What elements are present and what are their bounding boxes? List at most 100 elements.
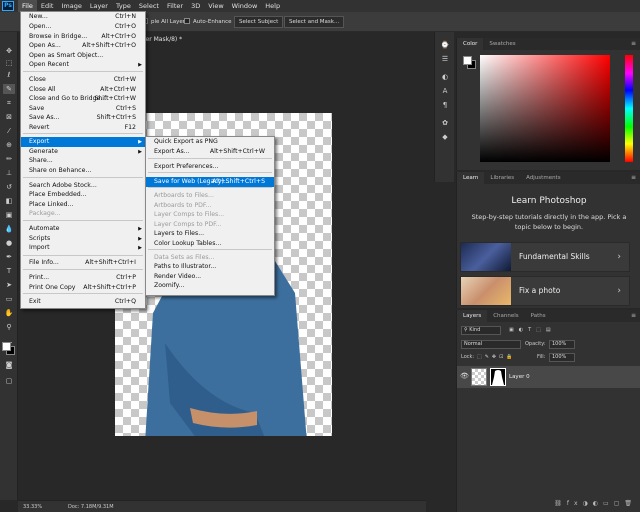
history-icon[interactable]: ⌚ <box>439 40 451 50</box>
menu-item-save-for-web-legacy[interactable]: Save for Web (Legacy)... Alt+Shift+Ctrl+S <box>146 176 274 187</box>
healing-icon[interactable]: ⊕ <box>3 140 15 150</box>
menu-item-open-as-smart-object[interactable]: Open as Smart Object... <box>21 51 145 61</box>
dodge-icon[interactable]: ● <box>3 238 15 248</box>
menu-item-quick-export-as-png[interactable]: Quick Export as PNG <box>146 137 274 147</box>
zoom-level[interactable]: 33.33% <box>23 501 42 512</box>
menu-filter[interactable]: Filter <box>163 0 187 12</box>
tab-swatches[interactable]: Swatches <box>483 38 521 50</box>
menu-item-zoomify[interactable]: Zoomify... <box>146 281 274 291</box>
menu-3d[interactable]: 3D <box>187 0 204 12</box>
select-subject-button[interactable]: Select Subject <box>234 16 284 28</box>
menu-item-close-and-go-to-bridge[interactable]: Close and Go to Bridge... Shift+Ctrl+W <box>21 94 145 104</box>
menu-window[interactable]: Window <box>228 0 262 12</box>
menu-item-scripts[interactable]: Scripts ▶ <box>21 234 145 244</box>
tab-adjustments[interactable]: Adjustments <box>520 172 566 184</box>
brush-icon[interactable]: ✏ <box>3 154 15 164</box>
fill-input[interactable]: 100% <box>549 353 575 362</box>
quick-select-icon[interactable]: ✎ <box>3 84 15 94</box>
menu-item-export-preferences[interactable]: Export Preferences... <box>146 162 274 172</box>
properties-icon[interactable]: ☰ <box>439 54 451 64</box>
menu-item-revert[interactable]: Revert F12 <box>21 123 145 133</box>
tab-paths[interactable]: Paths <box>525 310 552 322</box>
menu-item-print[interactable]: Print... Ctrl+P <box>21 273 145 283</box>
foreground-swatch[interactable] <box>463 56 472 65</box>
menu-item-open-as[interactable]: Open As... Alt+Shift+Ctrl+O <box>21 41 145 51</box>
brush-settings-icon[interactable]: ✿ <box>439 118 451 128</box>
screen-mode-icon[interactable]: ▢ <box>3 376 15 386</box>
menu-item-share[interactable]: Share... <box>21 156 145 166</box>
tab-channels[interactable]: Channels <box>487 310 524 322</box>
auto-enhance-option[interactable]: Auto-Enhance <box>184 16 232 28</box>
menu-item-save[interactable]: Save Ctrl+S <box>21 104 145 114</box>
menu-item-paths-to-illustrator[interactable]: Paths to Illustrator... <box>146 262 274 272</box>
panel-menu-icon[interactable]: ≡ <box>631 172 636 184</box>
opacity-input[interactable]: 100% <box>549 340 575 349</box>
menu-item-share-on-behance[interactable]: Share on Behance... <box>21 166 145 176</box>
menu-item-open[interactable]: Open... Ctrl+O <box>21 22 145 32</box>
tab-libraries[interactable]: Libraries <box>484 172 520 184</box>
menu-item-place-embedded[interactable]: Place Embedded... <box>21 190 145 200</box>
pen-icon[interactable]: ✒ <box>3 252 15 262</box>
menu-item-export[interactable]: Export ▶ <box>21 137 145 147</box>
blend-mode-select[interactable]: Normal <box>461 340 521 349</box>
zoom-icon[interactable]: ⚲ <box>3 322 15 332</box>
card-fix-a-photo[interactable]: Fix a photo › <box>460 276 630 306</box>
type-icon[interactable]: T <box>3 266 15 276</box>
menu-item-save-as[interactable]: Save As... Shift+Ctrl+S <box>21 113 145 123</box>
panel-menu-icon[interactable]: ≡ <box>631 38 636 50</box>
tab-learn[interactable]: Learn <box>457 172 485 184</box>
menu-view[interactable]: View <box>204 0 227 12</box>
menu-item-file-info[interactable]: File Info... Alt+Shift+Ctrl+I <box>21 258 145 268</box>
menu-item-color-lookup-tables[interactable]: Color Lookup Tables... <box>146 239 274 249</box>
layer-mask-thumbnail[interactable] <box>490 368 506 386</box>
lasso-icon[interactable]: ℓ <box>3 70 15 80</box>
card-fundamental-skills[interactable]: Fundamental Skills › <box>460 242 630 272</box>
panel-menu-icon[interactable]: ≡ <box>631 310 636 322</box>
menu-item-close-all[interactable]: Close All Alt+Ctrl+W <box>21 85 145 95</box>
lock-icons[interactable]: ⬚✎✥⊡🔒 <box>477 353 516 362</box>
select-and-mask-button[interactable]: Select and Mask... <box>284 16 345 28</box>
path-select-icon[interactable]: ➤ <box>3 280 15 290</box>
frame-icon[interactable]: ⊠ <box>3 112 15 122</box>
history-brush-icon[interactable]: ↺ <box>3 182 15 192</box>
filter-icons[interactable]: ▣◐T⬚▤ <box>509 326 556 335</box>
tab-color[interactable]: Color <box>457 38 484 50</box>
menu-item-open-recent[interactable]: Open Recent ▶ <box>21 60 145 70</box>
menu-item-place-linked[interactable]: Place Linked... <box>21 200 145 210</box>
character-icon[interactable]: A <box>439 86 451 96</box>
menu-item-exit[interactable]: Exit Ctrl+Q <box>21 297 145 307</box>
menu-item-search-adobe-stock[interactable]: Search Adobe Stock... <box>21 181 145 191</box>
crop-icon[interactable]: ⌗ <box>3 98 15 108</box>
color-field[interactable] <box>480 55 610 162</box>
foreground-color-swatch[interactable] <box>2 342 11 351</box>
eye-icon[interactable]: 👁 <box>460 372 469 380</box>
shape-icon[interactable]: ▭ <box>3 294 15 304</box>
adjust-icon[interactable]: ◐ <box>439 72 451 82</box>
menu-item-close[interactable]: Close Ctrl+W <box>21 75 145 85</box>
blur-icon[interactable]: 💧 <box>3 224 15 234</box>
glyphs-icon[interactable]: ◆ <box>439 132 451 142</box>
layers-bottom-bar[interactable]: ⛓fx◑◐▭▢🗑 <box>457 500 640 510</box>
hand-icon[interactable]: ✋ <box>3 308 15 318</box>
menu-item-new[interactable]: New... Ctrl+N <box>21 12 145 22</box>
menu-help[interactable]: Help <box>261 0 284 12</box>
quick-mask-icon[interactable]: ◙ <box>3 360 15 370</box>
move-icon[interactable]: ✥ <box>3 46 15 56</box>
eraser-icon[interactable]: ◧ <box>3 196 15 206</box>
paragraph-icon[interactable]: ¶ <box>439 100 451 110</box>
sample-all-layers-option[interactable]: ple All Layers <box>142 16 188 28</box>
layer-row[interactable]: 👁 Layer 0 <box>457 366 640 388</box>
menu-item-layers-to-files[interactable]: Layers to Files... <box>146 229 274 239</box>
menu-item-automate[interactable]: Automate ▶ <box>21 224 145 234</box>
menu-item-render-video[interactable]: Render Video... <box>146 272 274 282</box>
menu-item-print-one-copy[interactable]: Print One Copy Alt+Shift+Ctrl+P <box>21 283 145 293</box>
eyedropper-icon[interactable]: ⁄ <box>3 126 15 136</box>
menu-item-export-as[interactable]: Export As... Alt+Shift+Ctrl+W <box>146 147 274 157</box>
menu-item-browse-in-bridge[interactable]: Browse in Bridge... Alt+Ctrl+O <box>21 32 145 42</box>
stamp-icon[interactable]: ⊥ <box>3 168 15 178</box>
tab-layers[interactable]: Layers <box>457 310 488 322</box>
hue-slider[interactable] <box>625 55 633 162</box>
menu-item-import[interactable]: Import ▶ <box>21 243 145 253</box>
marquee-icon[interactable]: ⬚ <box>3 58 15 68</box>
document-tab[interactable]: yer Mask/8) * <box>142 34 182 45</box>
